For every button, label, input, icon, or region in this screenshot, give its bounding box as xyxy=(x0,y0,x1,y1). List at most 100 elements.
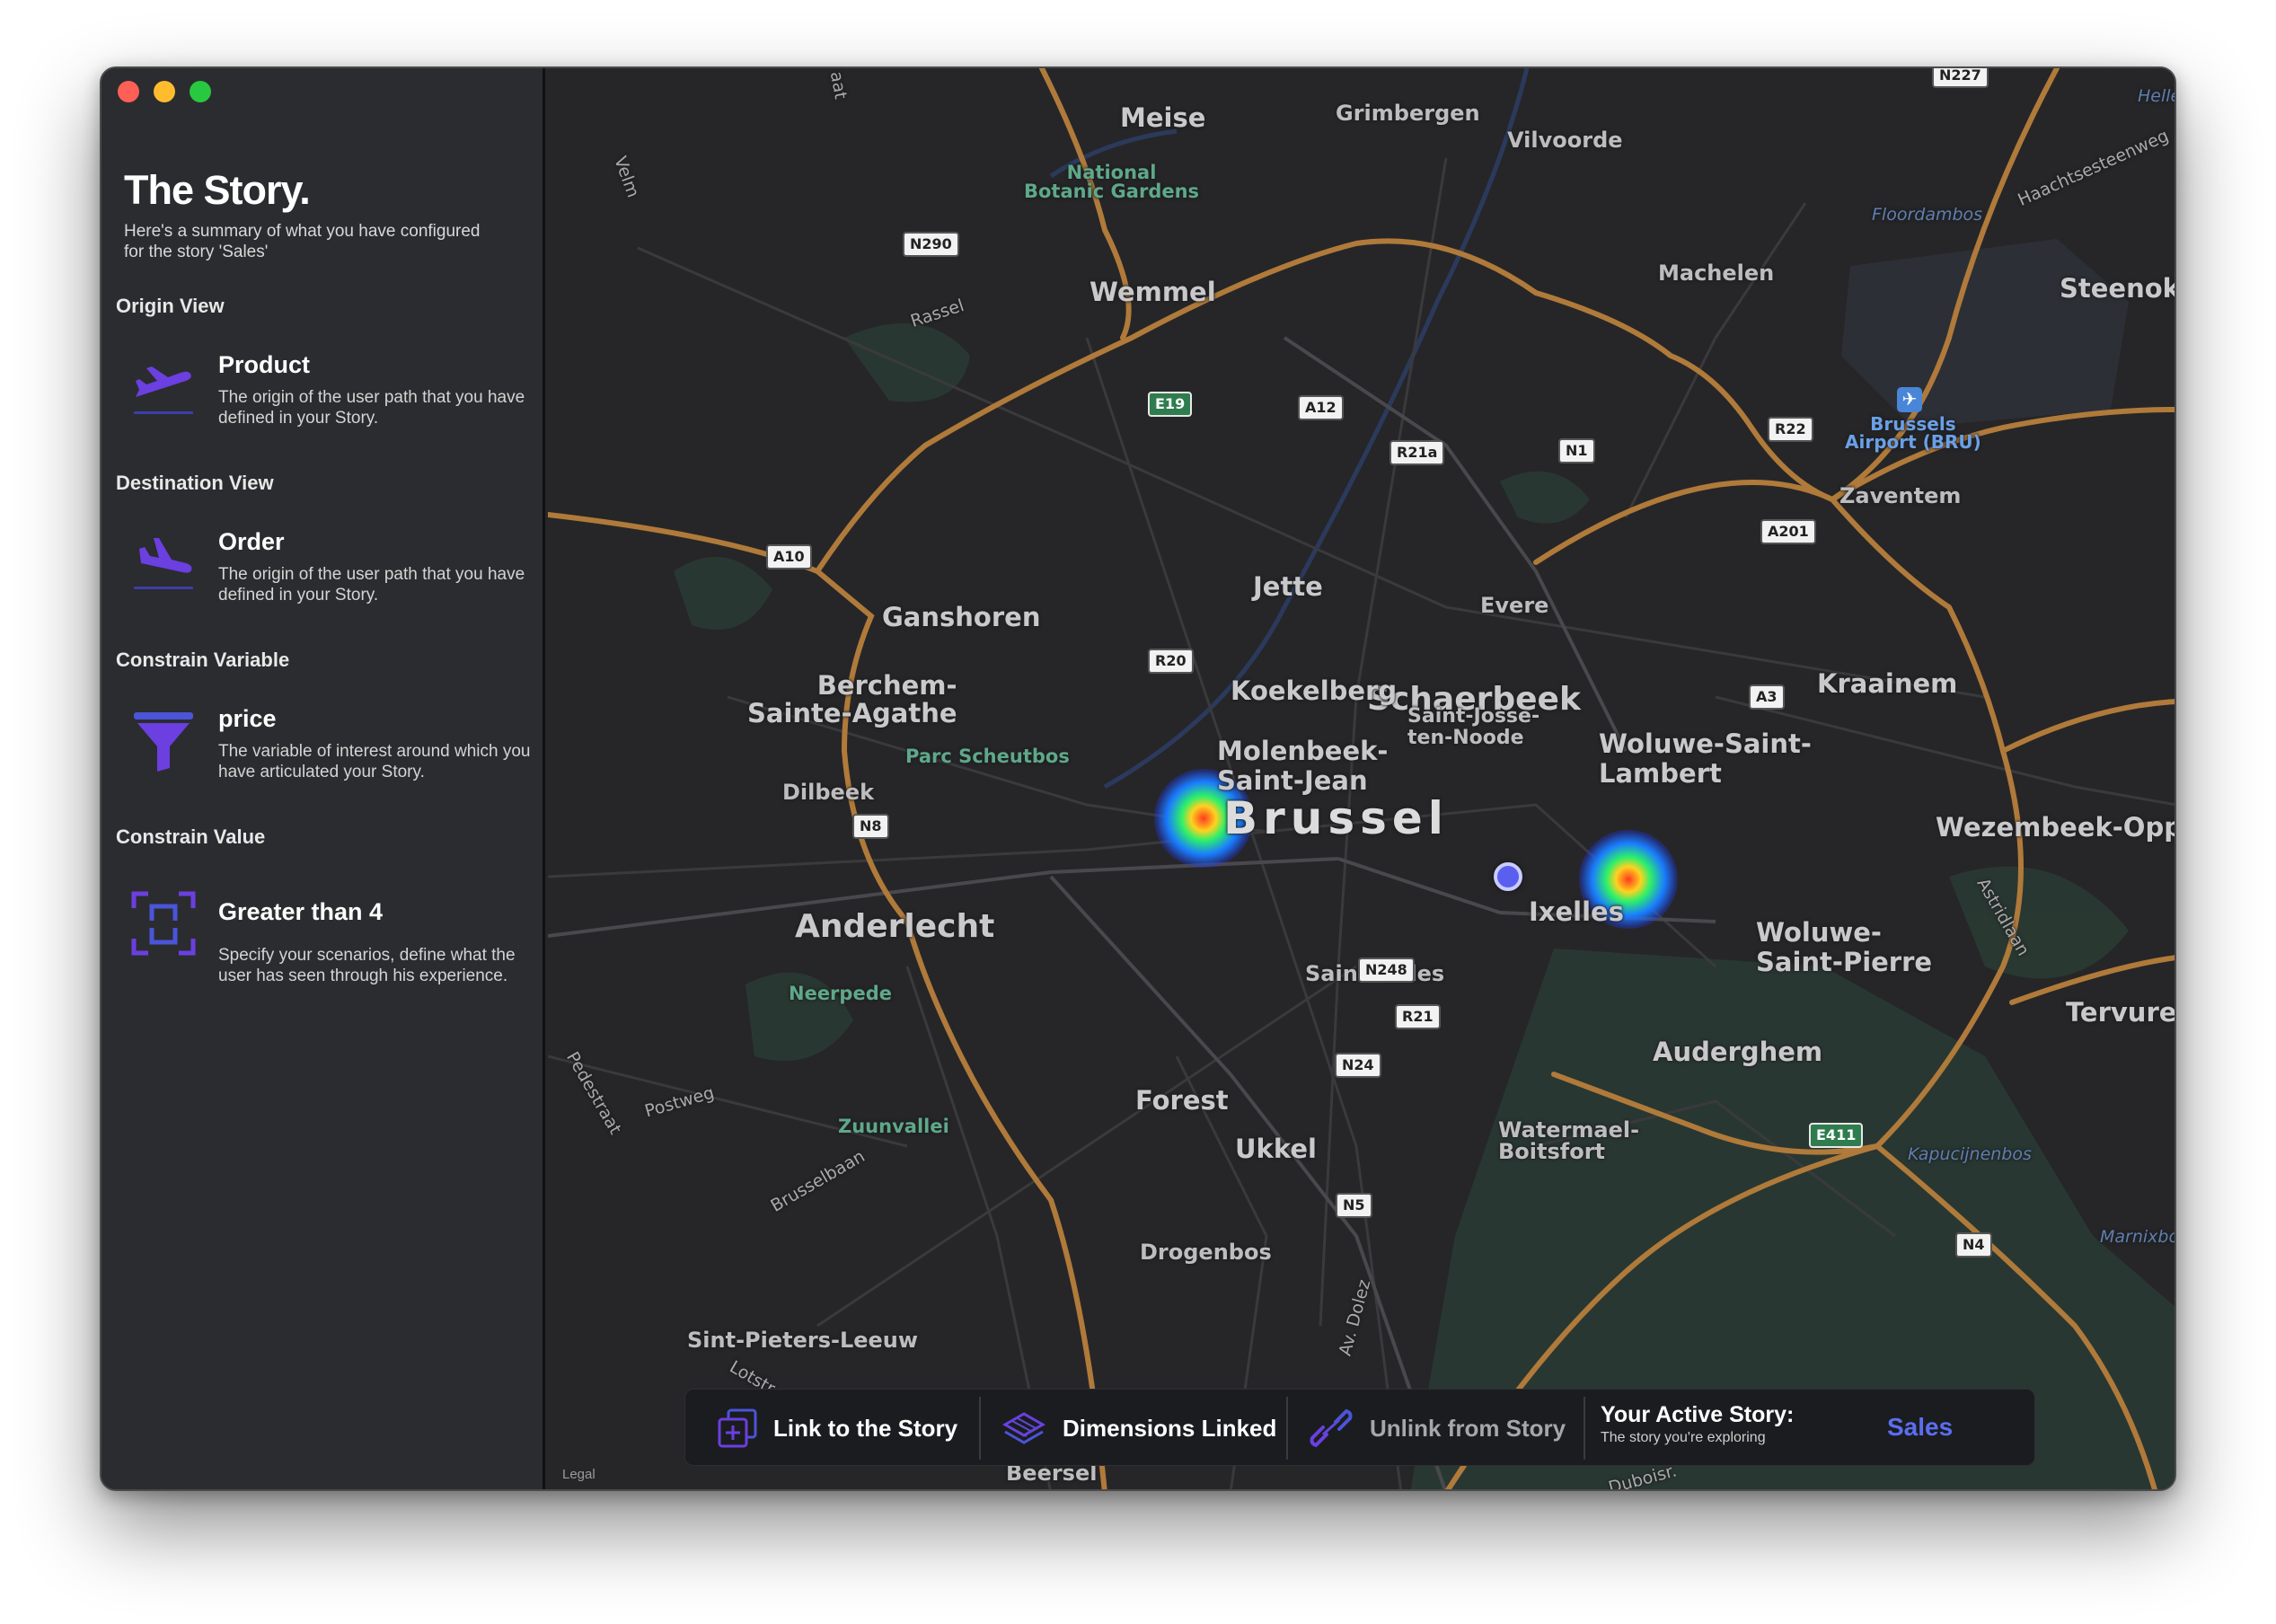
unlink-icon xyxy=(1310,1408,1353,1448)
destination-view-heading: Destination View xyxy=(116,472,274,494)
place-label: Grimbergen xyxy=(1336,101,1480,126)
link-story-icon xyxy=(718,1408,757,1448)
place-label: Tervuren xyxy=(2066,997,2176,1028)
park-label: Neerpede xyxy=(789,983,892,1004)
link-to-story-button[interactable]: Link to the Story xyxy=(718,1390,957,1467)
road-shield: N8 xyxy=(852,814,889,839)
place-label: Machelen xyxy=(1658,260,1775,286)
road-shield: N290 xyxy=(903,232,959,257)
toolbar-divider xyxy=(979,1397,981,1460)
active-story-subtitle: The story you're exploring xyxy=(1601,1430,1766,1445)
place-label: Steenokk xyxy=(2060,273,2175,304)
place-label: Berchem- Sainte-Agathe xyxy=(747,670,957,728)
place-label: Jette xyxy=(1253,571,1323,602)
city-label: Brussel xyxy=(1223,792,1449,844)
road-shield: R21a xyxy=(1389,440,1445,465)
road-shield: N227 xyxy=(1932,68,1989,88)
place-label: Wezembeek-Oppe xyxy=(1936,812,2176,843)
place-label: Meise xyxy=(1120,102,1206,133)
plane-takeoff-icon xyxy=(130,354,197,420)
place-label: Drogenbos xyxy=(1140,1240,1272,1265)
wood-label: Floordambos xyxy=(1872,205,1983,225)
origin-view-heading: Origin View xyxy=(116,295,225,317)
road-shield: N5 xyxy=(1336,1193,1372,1218)
toolbar-divider xyxy=(1286,1397,1288,1460)
constrain-value-title: Greater than 4 xyxy=(218,898,384,925)
current-location-pin[interactable] xyxy=(1494,862,1522,891)
wood-label: Kapucijnenbos xyxy=(1908,1144,2032,1164)
place-label: Sint-Pieters-Leeuw xyxy=(687,1328,919,1353)
minimize-button[interactable] xyxy=(154,81,175,102)
dimensions-linked-label: Dimensions Linked xyxy=(1063,1414,1277,1442)
toolbar-divider xyxy=(1583,1397,1585,1460)
airplane-icon: ✈ xyxy=(1897,387,1922,412)
unlink-from-story-button[interactable]: Unlink from Story xyxy=(1309,1390,1566,1467)
map-view[interactable]: Brussel Schaerbeek Anderlecht Molenbeek-… xyxy=(548,68,2176,1489)
place-label: Anderlecht xyxy=(795,908,995,945)
place-label: Wemmel xyxy=(1089,277,1216,307)
place-label: Ganshoren xyxy=(882,602,1041,632)
park-label: Zuunvallei xyxy=(838,1116,949,1137)
road-shield: A10 xyxy=(766,544,812,569)
active-story-value[interactable]: Sales xyxy=(1887,1413,1953,1442)
scan-value-icon xyxy=(130,890,197,957)
road-shield: A3 xyxy=(1749,684,1785,710)
park-label: Parc Scheutbos xyxy=(905,746,1070,767)
road-shield: N4 xyxy=(1955,1232,1992,1258)
sidebar-title: The Story. xyxy=(124,167,311,213)
road-shield: E411 xyxy=(1809,1123,1864,1148)
funnel-icon xyxy=(130,707,197,773)
place-label: Auderghem xyxy=(1653,1037,1823,1067)
traffic-lights xyxy=(118,81,211,102)
road-shield: E19 xyxy=(1148,392,1193,417)
place-label: Ukkel xyxy=(1235,1134,1317,1164)
place-label: Molenbeek- Saint-Jean xyxy=(1217,736,1389,796)
road-shield: N24 xyxy=(1335,1053,1381,1078)
constrain-variable-title: price xyxy=(218,705,277,732)
road-shield: N1 xyxy=(1558,438,1595,463)
legal-link[interactable]: Legal xyxy=(562,1467,595,1482)
place-label: Forest xyxy=(1135,1085,1229,1116)
place-label: Koekelberg xyxy=(1231,675,1398,706)
road-shield: N248 xyxy=(1358,958,1415,983)
destination-view-title: Order xyxy=(218,528,285,555)
constrain-variable-heading: Constrain Variable xyxy=(116,649,290,671)
wood-label: Hellebos xyxy=(2138,86,2175,106)
constrain-value-description: Specify your scenarios, define what the … xyxy=(218,946,516,985)
destination-view-description: The origin of the user path that you hav… xyxy=(218,565,525,605)
sidebar-subtitle: Here's a summary of what you have config… xyxy=(124,222,481,261)
wood-label: Marnixbos xyxy=(2100,1227,2175,1247)
constrain-value-heading: Constrain Value xyxy=(116,825,266,848)
place-label: Woluwe-Saint- Lambert xyxy=(1599,728,1812,789)
constrain-variable-description: The variable of interest around which yo… xyxy=(218,742,531,781)
road-shield: R22 xyxy=(1768,417,1813,442)
road-shield: A12 xyxy=(1298,395,1344,420)
active-story-heading: Your Active Story: xyxy=(1601,1402,1795,1427)
place-label: Saint-Josse- ten-Noode xyxy=(1407,705,1540,749)
place-label: Dilbeek xyxy=(782,780,875,805)
story-toolbar: Link to the Story Dimensions Linked Unli… xyxy=(684,1389,2035,1466)
unlink-from-story-label: Unlink from Story xyxy=(1370,1414,1566,1442)
close-button[interactable] xyxy=(118,81,139,102)
place-label: Vilvoorde xyxy=(1507,128,1623,153)
airport-label: Brussels Airport (BRU) xyxy=(1845,413,1981,453)
road-shield: R21 xyxy=(1395,1004,1441,1029)
story-sidebar: The Story. Here's a summary of what you … xyxy=(101,68,545,1489)
park-label: National Botanic Gardens xyxy=(1024,162,1200,202)
place-label: Ixelles xyxy=(1529,896,1624,927)
origin-view-description: The origin of the user path that you hav… xyxy=(218,388,525,428)
layers-icon xyxy=(1001,1412,1046,1444)
place-label: Watermael- Boitsfort xyxy=(1498,1117,1640,1164)
place-label: Kraainem xyxy=(1817,668,1958,699)
place-label: Evere xyxy=(1480,593,1549,618)
place-label: Woluwe- Saint-Pierre xyxy=(1756,917,1933,977)
app-window: The Story. Here's a summary of what you … xyxy=(100,66,2176,1491)
road-shield: R20 xyxy=(1148,649,1194,674)
plane-landing-icon xyxy=(130,529,197,596)
zoom-button[interactable] xyxy=(190,81,211,102)
road-shield: A201 xyxy=(1760,519,1816,544)
origin-view-title: Product xyxy=(218,351,311,378)
dimensions-linked-button[interactable]: Dimensions Linked xyxy=(1001,1390,1276,1467)
link-to-story-label: Link to the Story xyxy=(773,1414,958,1442)
place-label: Zaventem xyxy=(1839,483,1962,508)
